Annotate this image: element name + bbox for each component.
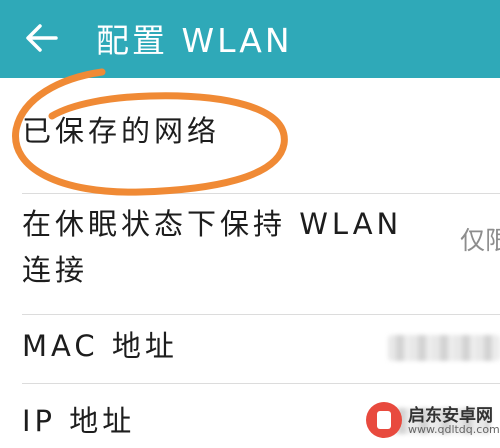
ip-address-label: IP 地址	[22, 404, 136, 438]
watermark-logo-icon	[366, 402, 402, 438]
keep-wlan-during-sleep-label: 在休眠状态下保持 WLAN 连接	[22, 207, 403, 287]
mac-address-value-blurred	[388, 335, 500, 361]
saved-networks-item[interactable]: 已保存的网络	[0, 78, 500, 193]
back-arrow-icon[interactable]	[22, 16, 62, 60]
saved-networks-label: 已保存的网络	[22, 114, 221, 148]
mac-address-label: MAC 地址	[22, 329, 178, 363]
watermark: 启东安卓网 www.qdltdq.com	[366, 398, 500, 442]
app-bar: 配置 WLAN	[0, 0, 500, 78]
page-title: 配置 WLAN	[96, 21, 293, 60]
mac-address-item: MAC 地址	[0, 315, 500, 383]
watermark-url: www.qdltdq.com	[408, 423, 500, 436]
keep-wlan-during-sleep-item[interactable]: 在休眠状态下保持 WLAN 连接 仅限	[0, 194, 500, 314]
keep-wlan-during-sleep-value: 仅限	[460, 226, 500, 255]
